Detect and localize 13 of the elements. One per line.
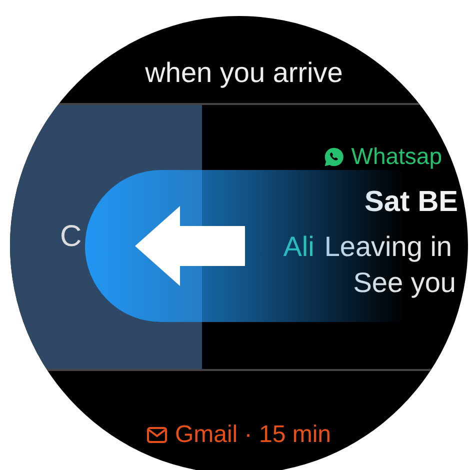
chat-bubble-icon: [323, 146, 346, 168]
message-text: See you: [353, 267, 457, 299]
mail-icon: [146, 427, 167, 443]
left-arrow-icon: [135, 206, 245, 286]
app-name: Whatsap: [351, 143, 442, 170]
clear-action-panel[interactable]: C: [10, 105, 202, 369]
clear-label: C: [60, 220, 83, 254]
notification-header: Gmail · 15 min: [174, 421, 332, 449]
notification-title: Sat BE: [364, 186, 459, 219]
sender-name: Ali: [283, 231, 314, 263]
message-text: when you arrive: [144, 57, 343, 89]
notification-card[interactable]: Whatsap Sat BE Ali Leaving in See you: [202, 105, 468, 369]
message-text: Leaving in: [324, 231, 453, 263]
